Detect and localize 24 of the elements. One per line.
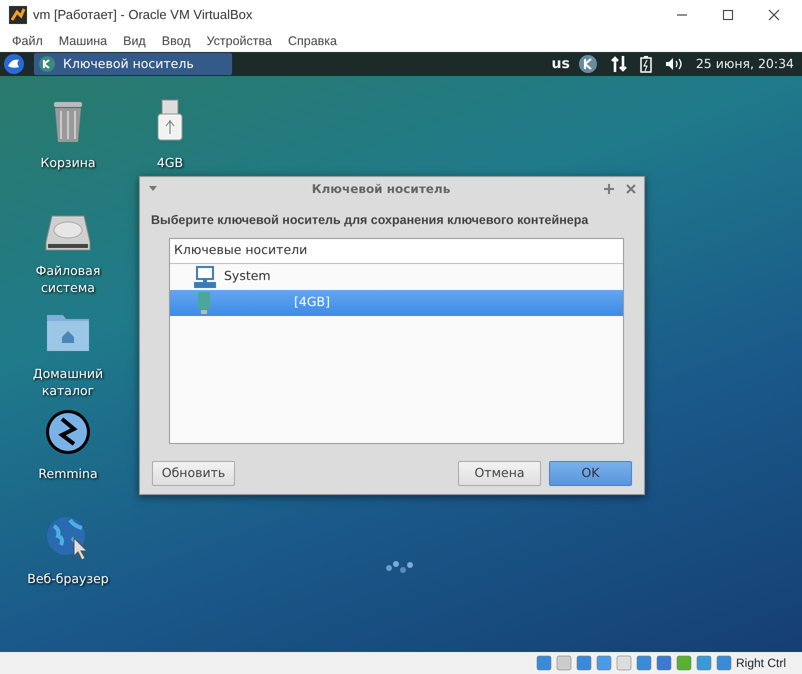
menu-item[interactable]: Файл bbox=[4, 32, 51, 50]
icon-label[interactable]: 4GB bbox=[120, 154, 220, 171]
dialog-button[interactable]: Отмена bbox=[458, 460, 541, 486]
menu-item[interactable]: Вид bbox=[115, 32, 154, 50]
menu-item[interactable]: Ввод bbox=[154, 32, 199, 50]
icon-label[interactable]: Веб-браузер bbox=[18, 570, 118, 587]
menu-item[interactable]: Справка bbox=[280, 32, 345, 50]
column-header[interactable]: Ключевые носители bbox=[170, 238, 623, 264]
icon-label[interactable]: Корзина bbox=[18, 154, 118, 171]
icon-label[interactable]: Remmina bbox=[18, 465, 118, 482]
icon-label[interactable]: Домашний каталог bbox=[18, 365, 118, 399]
host-key-label: Right Ctrl bbox=[736, 655, 786, 672]
menu-item[interactable]: Машина bbox=[50, 32, 116, 50]
list-row[interactable]: System bbox=[170, 264, 623, 290]
dialog-button[interactable]: OK bbox=[549, 460, 632, 486]
clock[interactable]: 25 июня, 20:34 bbox=[696, 54, 794, 74]
dialog-prompt: Выберите ключевой носитель для сохранения ключевого контейнера bbox=[150, 212, 590, 229]
keyboard-layout[interactable]: us bbox=[552, 54, 570, 74]
dialog-title: Ключевой носитель bbox=[310, 181, 452, 198]
icon-label[interactable]: Файловая система bbox=[18, 262, 118, 296]
dialog-button[interactable]: Обновить bbox=[152, 460, 235, 486]
menu-item[interactable]: Устройства bbox=[198, 32, 280, 50]
window-title: vm [Работает] - Oracle VM VirtualBox bbox=[33, 6, 254, 24]
taskbar-button[interactable]: Ключевой носитель bbox=[34, 53, 232, 75]
